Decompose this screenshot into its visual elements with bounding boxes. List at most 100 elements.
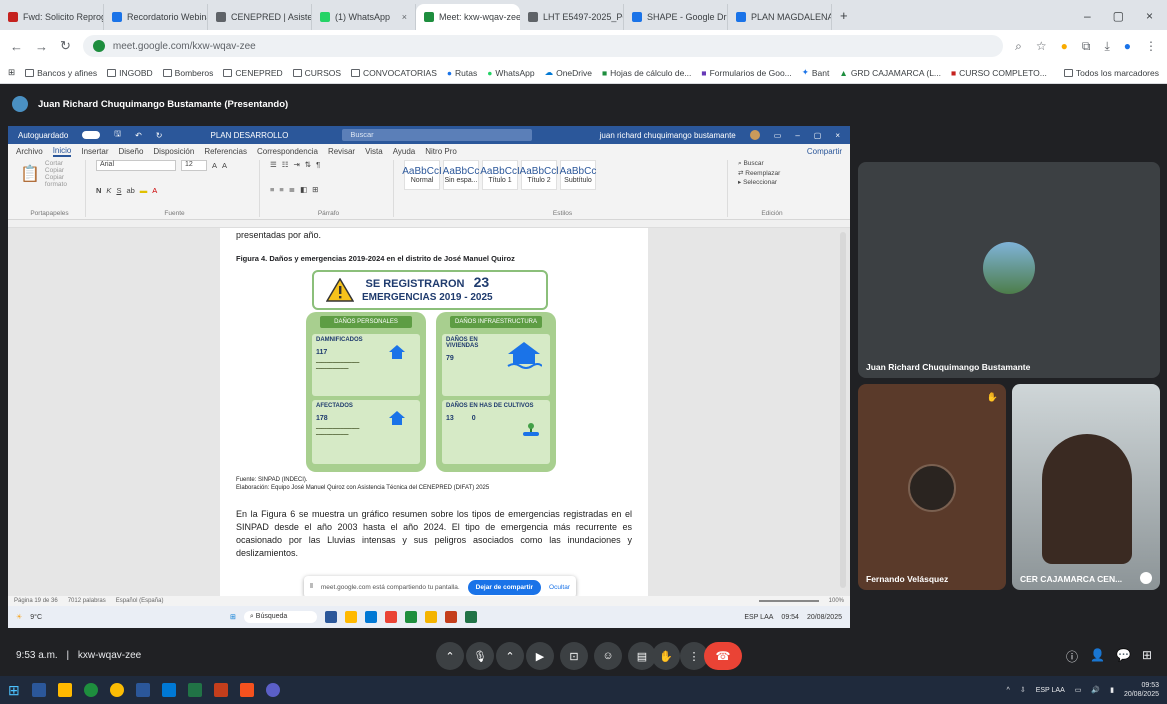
browser-tab[interactable]: Recordatorio Webinar CE× bbox=[104, 4, 208, 30]
excel-icon[interactable] bbox=[187, 683, 202, 697]
autosave-toggle[interactable] bbox=[82, 131, 101, 139]
battery-icon[interactable]: ▮ bbox=[1110, 686, 1114, 694]
zoom-icon[interactable]: ⌕ bbox=[1015, 39, 1022, 54]
volume-icon[interactable]: 🔊 bbox=[1091, 686, 1100, 694]
app-icon[interactable] bbox=[265, 683, 280, 697]
extension-icon[interactable]: ● bbox=[1061, 39, 1068, 54]
vertical-scrollbar[interactable] bbox=[840, 232, 846, 588]
app-icon[interactable] bbox=[345, 611, 358, 623]
address-bar[interactable]: meet.google.com/kxw-wqav-zee bbox=[82, 35, 1004, 57]
bookmark-item[interactable]: ● Rutas bbox=[447, 68, 477, 78]
browser-tab[interactable]: PLAN MAGDALENA 18.0× bbox=[728, 4, 832, 30]
word-icon[interactable] bbox=[135, 683, 150, 697]
new-tab-icon[interactable]: + bbox=[832, 8, 856, 30]
browser-tab[interactable]: Fwd: Solicito Reprograma× bbox=[0, 4, 104, 30]
menu-ayuda[interactable]: Ayuda bbox=[393, 147, 416, 156]
style-subtitle[interactable]: AaBbCc Subtítulo bbox=[560, 160, 596, 190]
mic-options-icon[interactable]: ⌃ bbox=[436, 642, 464, 670]
browser-tab-active[interactable]: Meet: kxw-wqav-zee●× bbox=[416, 4, 520, 30]
app-icon[interactable] bbox=[405, 611, 418, 623]
site-info-icon[interactable] bbox=[92, 40, 105, 52]
bold-icon[interactable]: N bbox=[96, 186, 101, 195]
font-color-icon[interactable]: A bbox=[152, 186, 157, 195]
document-area[interactable]: presentadas por año. Figura 4. Daños y e… bbox=[8, 228, 850, 596]
close-window-icon[interactable]: × bbox=[1146, 9, 1153, 23]
participant-tile[interactable]: Juan Richard Chuquimango Bustamante bbox=[858, 162, 1160, 378]
menu-correspondencia[interactable]: Correspondencia bbox=[257, 147, 318, 156]
people-icon[interactable]: 👤 bbox=[1090, 648, 1105, 662]
maximize-icon[interactable]: ▢ bbox=[814, 131, 822, 140]
align-left-icon[interactable]: ≡ bbox=[270, 185, 274, 194]
extensions-icon[interactable]: ⧉ bbox=[1082, 39, 1091, 54]
app-icon[interactable] bbox=[425, 611, 438, 623]
pdf-icon[interactable] bbox=[239, 683, 254, 697]
bookmark-item[interactable]: ■ Formularios de Goo... bbox=[701, 68, 791, 78]
more-options-icon[interactable] bbox=[1140, 572, 1152, 584]
ribbon-display-icon[interactable]: ▭ bbox=[774, 131, 782, 140]
browser-tab[interactable]: CENEPRED | Asistencia× bbox=[208, 4, 312, 30]
menu-archivo[interactable]: Archivo bbox=[16, 147, 43, 156]
document-page[interactable]: presentadas por año. Figura 4. Daños y e… bbox=[220, 228, 648, 596]
bookmark-item[interactable]: ■ Hojas de cálculo de... bbox=[602, 68, 691, 78]
taskbar-search[interactable]: ⌕ Búsqueda bbox=[243, 611, 318, 623]
activities-icon[interactable]: ⊞ bbox=[1142, 648, 1152, 662]
profile-icon[interactable]: ● bbox=[1124, 39, 1131, 54]
style-no-spacing[interactable]: AaBbCc Sin espa... bbox=[443, 160, 479, 190]
bookmark-item[interactable]: INGOBD bbox=[107, 68, 153, 78]
participant-tile[interactable]: ✋ Fernando Velásquez bbox=[858, 384, 1006, 590]
browser-tab[interactable]: (1) WhatsApp × bbox=[312, 4, 416, 30]
style-normal[interactable]: AaBbCcI Normal bbox=[402, 160, 442, 190]
indent-icon[interactable]: ⇥ bbox=[293, 160, 299, 169]
italic-icon[interactable]: K bbox=[106, 186, 111, 195]
menu-disposicion[interactable]: Disposición bbox=[153, 147, 194, 156]
style-heading-1[interactable]: AaBbCcI Título 1 bbox=[480, 160, 520, 190]
windows-start-icon[interactable]: ⊞ bbox=[8, 682, 20, 699]
menu-diseno[interactable]: Diseño bbox=[119, 147, 144, 156]
select-button[interactable]: ▸ Seleccionar bbox=[738, 178, 777, 186]
forward-icon[interactable]: → bbox=[35, 39, 48, 54]
file-explorer-icon[interactable] bbox=[57, 683, 72, 697]
present-icon[interactable]: ⊡ bbox=[560, 642, 588, 670]
app-icon[interactable] bbox=[465, 611, 478, 623]
menu-inicio[interactable]: Inicio bbox=[52, 146, 72, 157]
menu-vista[interactable]: Vista bbox=[365, 147, 383, 156]
minimize-icon[interactable]: – bbox=[1084, 9, 1091, 23]
bookmark-item[interactable]: ▲ GRD CAJAMARCA (L... bbox=[839, 68, 941, 78]
menu-referencias[interactable]: Referencias bbox=[204, 147, 247, 156]
shrink-font-icon[interactable]: A bbox=[222, 161, 227, 170]
camera-icon[interactable]: ▶ bbox=[526, 642, 554, 670]
bookmark-item[interactable]: ☁ OneDrive bbox=[545, 67, 592, 78]
strikethrough-icon[interactable]: ab bbox=[126, 186, 134, 195]
font-size-select[interactable]: 12 bbox=[181, 160, 207, 171]
stop-sharing-button[interactable]: Dejar de compartir bbox=[467, 579, 542, 595]
menu-insertar[interactable]: Insertar bbox=[81, 147, 108, 156]
bookmark-star-icon[interactable]: ☆ bbox=[1036, 39, 1047, 54]
bookmark-item[interactable]: Bomberos bbox=[162, 68, 213, 78]
save-icon[interactable]: 🖫 bbox=[114, 128, 121, 142]
menu-nitro[interactable]: Nitro Pro bbox=[425, 147, 457, 156]
menu-icon[interactable]: ⋮ bbox=[1145, 39, 1157, 54]
app-icon[interactable] bbox=[365, 611, 378, 623]
menu-revisar[interactable]: Revisar bbox=[328, 147, 355, 156]
emoji-icon[interactable]: ☺ bbox=[594, 642, 622, 670]
back-icon[interactable]: ← bbox=[10, 39, 23, 54]
participant-tile-video[interactable]: CER CAJAMARCA CEN... bbox=[1012, 384, 1160, 590]
chat-icon[interactable]: 💬 bbox=[1116, 648, 1131, 662]
info-icon[interactable]: ⓘ bbox=[1066, 648, 1078, 665]
underline-icon[interactable]: S bbox=[116, 186, 121, 195]
justify-icon[interactable]: ≣ bbox=[289, 185, 295, 194]
download-icon[interactable]: ⤓ bbox=[1104, 39, 1109, 54]
powerpoint-icon[interactable] bbox=[213, 683, 228, 697]
zoom-slider[interactable] bbox=[758, 600, 819, 602]
numbering-icon[interactable]: ☷ bbox=[282, 160, 289, 169]
app-icon[interactable] bbox=[385, 611, 398, 623]
close-icon[interactable]: × bbox=[402, 12, 407, 22]
outlook-icon[interactable] bbox=[161, 683, 176, 697]
style-heading-2[interactable]: AaBbCcl Título 2 bbox=[520, 160, 558, 190]
redo-icon[interactable]: ↻ bbox=[156, 131, 163, 140]
bookmark-item[interactable]: CENEPRED bbox=[223, 68, 283, 78]
chrome-icon[interactable] bbox=[109, 683, 124, 697]
chrome-icon[interactable] bbox=[83, 683, 98, 697]
network-icon[interactable]: ▭ bbox=[1075, 686, 1082, 694]
borders-icon[interactable]: ⊞ bbox=[312, 185, 318, 194]
